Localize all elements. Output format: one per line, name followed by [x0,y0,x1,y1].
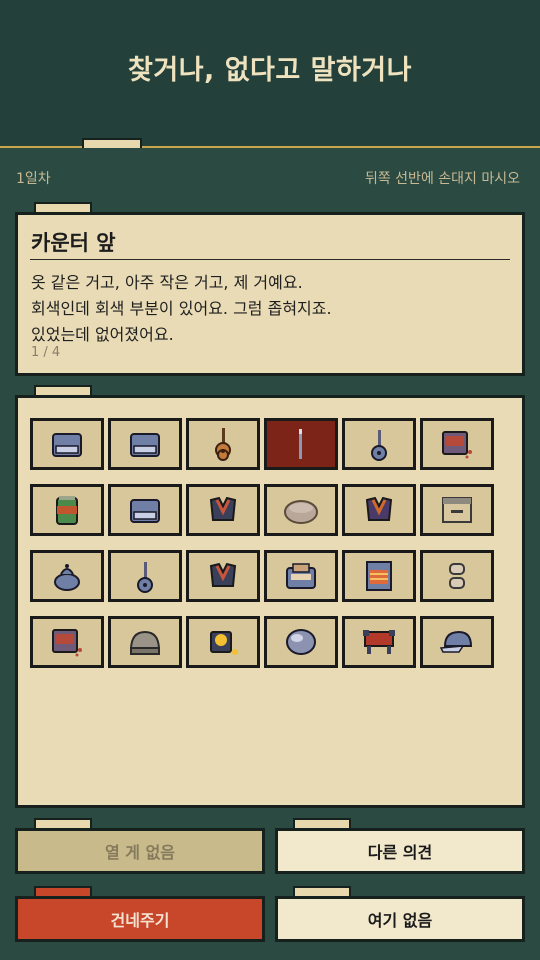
shelf-slot[interactable] [30,550,104,602]
not-here-button[interactable]: 여기 없음 [275,896,525,942]
box-icon [52,433,82,457]
header-tab [82,138,142,148]
other-opinion-button[interactable]: 다른 의견 [275,828,525,874]
dialog-line-3: 있었는데 없어졌어요. [31,325,174,344]
shelf-slot[interactable] [30,616,104,668]
crate-icon [442,497,472,523]
lamp-icon [210,631,238,655]
dialog-tab [34,202,92,212]
shelf-slot[interactable] [264,616,338,668]
cap-icon [439,630,473,653]
hand-over-button[interactable]: 건네주기 [15,896,265,942]
button-tab [293,818,351,828]
cabinet-icon [366,561,392,591]
box-icon [130,433,160,457]
shelf-slot[interactable] [264,550,338,602]
button-tab [293,886,351,896]
shelf-slot[interactable] [420,616,494,668]
small-guitar-icon [137,562,153,593]
shelf-slot[interactable] [186,550,260,602]
shelf-tab [34,385,92,395]
radio-icon [52,629,82,657]
button-tab [34,886,92,896]
shelf-slot[interactable] [264,418,338,470]
shelf-warning: 뒤쪽 선반에 손대지 마시오 [364,171,520,187]
bench-icon [363,630,395,654]
shelf-slot[interactable] [342,550,416,602]
pin-icon [299,429,302,459]
teapot-icon [54,564,80,591]
shelf-slot[interactable] [30,418,104,470]
purple-vest-icon [365,496,393,521]
small-guitar-icon [371,430,387,461]
dialog-line-1: 옷 같은 거고, 아주 작은 거고, 제 거예요. [31,273,303,292]
stack-icon [449,563,465,589]
vest-icon [209,496,237,521]
can-icon [56,496,78,525]
speaker-name: 카운터 앞 [31,231,116,255]
shelf-slot[interactable] [186,484,260,536]
shelf-slot[interactable] [342,484,416,536]
page-title: 찾거나, 없다고 말하거나 [128,55,412,86]
day-counter: 1일차 [16,171,51,187]
dialog-line-2: 회색인데 회색 부분이 있어요. 그럼 좁혀지죠. [31,299,332,318]
shelf-slot[interactable] [108,616,182,668]
shelf-slot[interactable] [420,418,494,470]
shelf-slot[interactable] [342,616,416,668]
header-bar: 찾거나, 없다고 말하거나 [0,0,540,148]
dialog-page-indicator: 1 / 4 [31,345,61,360]
shelf-slot[interactable] [186,418,260,470]
bag-icon [286,563,316,589]
guitar-icon [215,428,231,461]
bun-icon [284,500,318,524]
shelf-slot[interactable] [108,550,182,602]
shelf-slot[interactable] [420,550,494,602]
shelf-slot[interactable] [264,484,338,536]
shelf-slot[interactable] [420,484,494,536]
shelf-slot[interactable] [186,616,260,668]
box-icon [130,499,160,523]
dialog-divider [30,259,510,260]
nothing-to-open-button[interactable]: 열 게 없음 [15,828,265,874]
radio-icon [442,431,472,459]
shelf-slot[interactable] [342,418,416,470]
dialog-panel[interactable]: 카운터 앞 옷 같은 거고, 아주 작은 거고, 제 거예요. 회색인데 회색 … [15,212,525,376]
vest-icon [209,562,237,587]
shelf-slot[interactable] [108,418,182,470]
shelf-slot[interactable] [108,484,182,536]
stone-icon [286,629,316,655]
button-tab [34,818,92,828]
cake-icon [129,630,161,655]
shelf-slot[interactable] [30,484,104,536]
